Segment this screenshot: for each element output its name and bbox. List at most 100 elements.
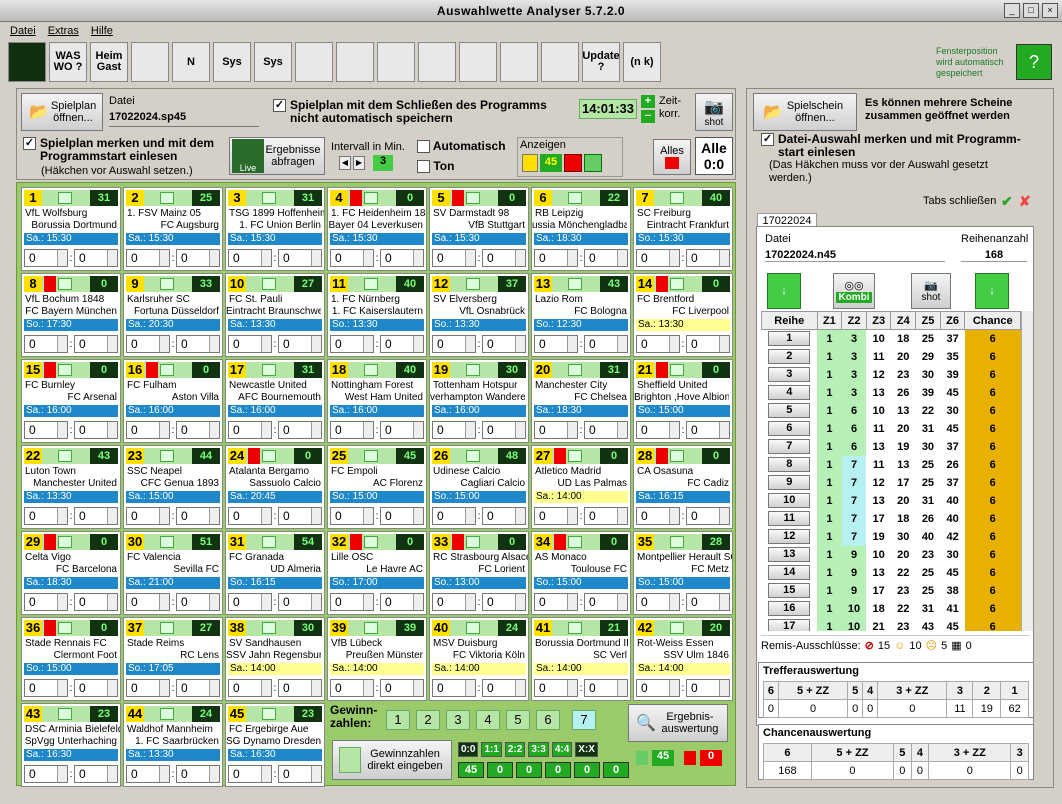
away-score-input[interactable]: 0 (686, 421, 730, 439)
spinner-icon[interactable] (669, 680, 679, 696)
match-cell[interactable]: 38 30 SV Sandhausen SSV Jahn Regensburg Sa.:… (225, 617, 325, 701)
spinner-icon[interactable] (261, 508, 271, 524)
table-scrollbar[interactable] (1021, 311, 1033, 631)
arrow-left-icon[interactable]: ◀ (339, 156, 351, 170)
spinner-icon[interactable] (515, 250, 525, 266)
spinner-icon[interactable] (159, 508, 169, 524)
spinner-icon[interactable] (515, 508, 525, 524)
match-cell[interactable]: 8 0 VfL Bochum 1848 FC Bayern München So.: 1… (21, 273, 121, 357)
match-cell[interactable]: 25 45 FC Empoli AC Florenz So.: 15:00 0:0 (327, 445, 427, 529)
match-cell[interactable]: 7 40 SC Freiburg Eintracht Frankfurt So.: 15… (633, 187, 733, 271)
spinner-icon[interactable] (311, 250, 321, 266)
alles-button[interactable]: Alles (653, 139, 691, 175)
lock-icon[interactable] (466, 192, 480, 204)
row-button[interactable]: 9 (762, 474, 818, 492)
lock-icon[interactable] (262, 364, 276, 376)
away-score-input[interactable]: 0 (176, 249, 220, 267)
lock-icon[interactable] (568, 192, 582, 204)
match-cell[interactable]: 22 43 Luton Town Manchester United Sa.: 13:3… (21, 445, 121, 529)
lock-icon[interactable] (58, 364, 72, 376)
home-score-input[interactable]: 0 (228, 765, 272, 783)
lock-icon[interactable] (670, 450, 684, 462)
row-number-button[interactable]: 1 (768, 331, 811, 347)
row-button[interactable]: 12 (762, 528, 818, 546)
away-score-input[interactable]: 0 (584, 679, 628, 697)
lock-icon[interactable] (262, 622, 276, 634)
row-number-button[interactable]: 13 (768, 547, 811, 562)
spinner-icon[interactable] (515, 422, 525, 438)
kombi-button[interactable]: ◎◎ Kombi (833, 273, 875, 309)
lock-icon[interactable] (568, 536, 582, 548)
spinner-icon[interactable] (617, 594, 627, 610)
away-score-input[interactable]: 0 (380, 507, 424, 525)
lock-icon[interactable] (58, 278, 72, 290)
match-cell[interactable]: 10 27 FC St. Pauli Eintracht Braunschweig Sa… (225, 273, 325, 357)
away-score-input[interactable]: 0 (482, 679, 526, 697)
away-score-input[interactable]: 0 (584, 593, 628, 611)
row-number-button[interactable]: 9 (768, 475, 811, 490)
results-button[interactable]: Live Ergebnisse abfragen (229, 137, 325, 175)
away-score-input[interactable]: 0 (176, 421, 220, 439)
home-score-input[interactable]: 0 (126, 507, 170, 525)
gewinnzahl-box[interactable]: 2 (416, 710, 440, 730)
spinner-icon[interactable] (567, 422, 577, 438)
row-number-button[interactable]: 10 (768, 493, 811, 508)
sys-icon[interactable]: Sys (213, 42, 251, 82)
away-score-input[interactable]: 0 (176, 679, 220, 697)
spinner-icon[interactable] (57, 250, 67, 266)
home-score-input[interactable]: 0 (228, 507, 272, 525)
home-score-input[interactable]: 0 (636, 421, 680, 439)
spinner-icon[interactable] (669, 336, 679, 352)
spinner-icon[interactable] (209, 594, 219, 610)
match-cell[interactable]: 11 40 1. FC Nürnberg 1. FC Kaiserslautern So… (327, 273, 427, 357)
row-number-button[interactable]: 12 (768, 529, 811, 544)
lock-icon[interactable] (364, 536, 378, 548)
gewinnzahl-box[interactable]: 4 (476, 710, 500, 730)
match-cell[interactable]: 45 23 FC Ergebirge Aue SG Dynamo Dresden Sa.… (225, 703, 325, 787)
spinner-icon[interactable] (515, 680, 525, 696)
home-score-input[interactable]: 0 (432, 507, 476, 525)
open-spielplan-button[interactable]: 📂 Spielplan öffnen... (21, 93, 103, 131)
away-score-input[interactable]: 0 (176, 765, 220, 783)
gewinnzahl-box[interactable]: 6 (536, 710, 560, 730)
home-score-input[interactable]: 0 (432, 335, 476, 353)
match-cell[interactable]: 14 0 FC Brentford FC Liverpool Sa.: 13:30 0:0 (633, 273, 733, 357)
menu-extras[interactable]: Extras (48, 25, 79, 37)
spinner-icon[interactable] (413, 250, 423, 266)
home-score-input[interactable]: 0 (126, 765, 170, 783)
spinner-icon[interactable] (567, 508, 577, 524)
home-score-input[interactable]: 0 (24, 507, 68, 525)
column-header[interactable]: Z6 (939, 311, 966, 330)
ball-icon[interactable] (522, 154, 538, 172)
spinner-icon[interactable] (159, 422, 169, 438)
match-cell[interactable]: 40 24 MSV Duisburg FC Viktoria Köln Sa.: 14:… (429, 617, 529, 701)
spinner-icon[interactable] (465, 250, 475, 266)
home-score-input[interactable]: 0 (24, 421, 68, 439)
spinner-icon[interactable] (719, 594, 729, 610)
match-cell[interactable]: 31 54 FC Granada UD Almeria So.: 16:15 0:0 (225, 531, 325, 615)
home-score-input[interactable]: 0 (228, 249, 272, 267)
spinner-icon[interactable] (209, 766, 219, 782)
lock-icon[interactable] (670, 364, 684, 376)
spinner-icon[interactable] (209, 336, 219, 352)
lock-icon[interactable] (262, 708, 276, 720)
row-button[interactable]: 2 (762, 348, 818, 366)
spinner-icon[interactable] (311, 680, 321, 696)
spinner-icon[interactable] (669, 508, 679, 524)
away-score-input[interactable]: 0 (686, 593, 730, 611)
home-score-input[interactable]: 0 (24, 679, 68, 697)
match-cell[interactable]: 36 0 Stade Rennais FC Clermont Foot So.: 15:… (21, 617, 121, 701)
match-cell[interactable]: 29 0 Celta Vigo FC Barcelona Sa.: 18:30 0:0 (21, 531, 121, 615)
printer-icon[interactable] (418, 42, 456, 82)
shot-button-2[interactable]: 📷 shot (911, 273, 951, 309)
ton-checkbox[interactable] (417, 160, 430, 174)
home-score-input[interactable]: 0 (534, 335, 578, 353)
cross-icon[interactable]: ✘ (1019, 193, 1031, 210)
row-number-button[interactable]: 2 (768, 349, 811, 364)
lock-icon[interactable] (364, 192, 378, 204)
gewinnzahl-box[interactable]: 5 (506, 710, 530, 730)
spinner-icon[interactable] (159, 766, 169, 782)
nk-icon[interactable]: (n k) (623, 42, 661, 82)
chart-icon[interactable] (336, 42, 374, 82)
spinner-icon[interactable] (515, 594, 525, 610)
